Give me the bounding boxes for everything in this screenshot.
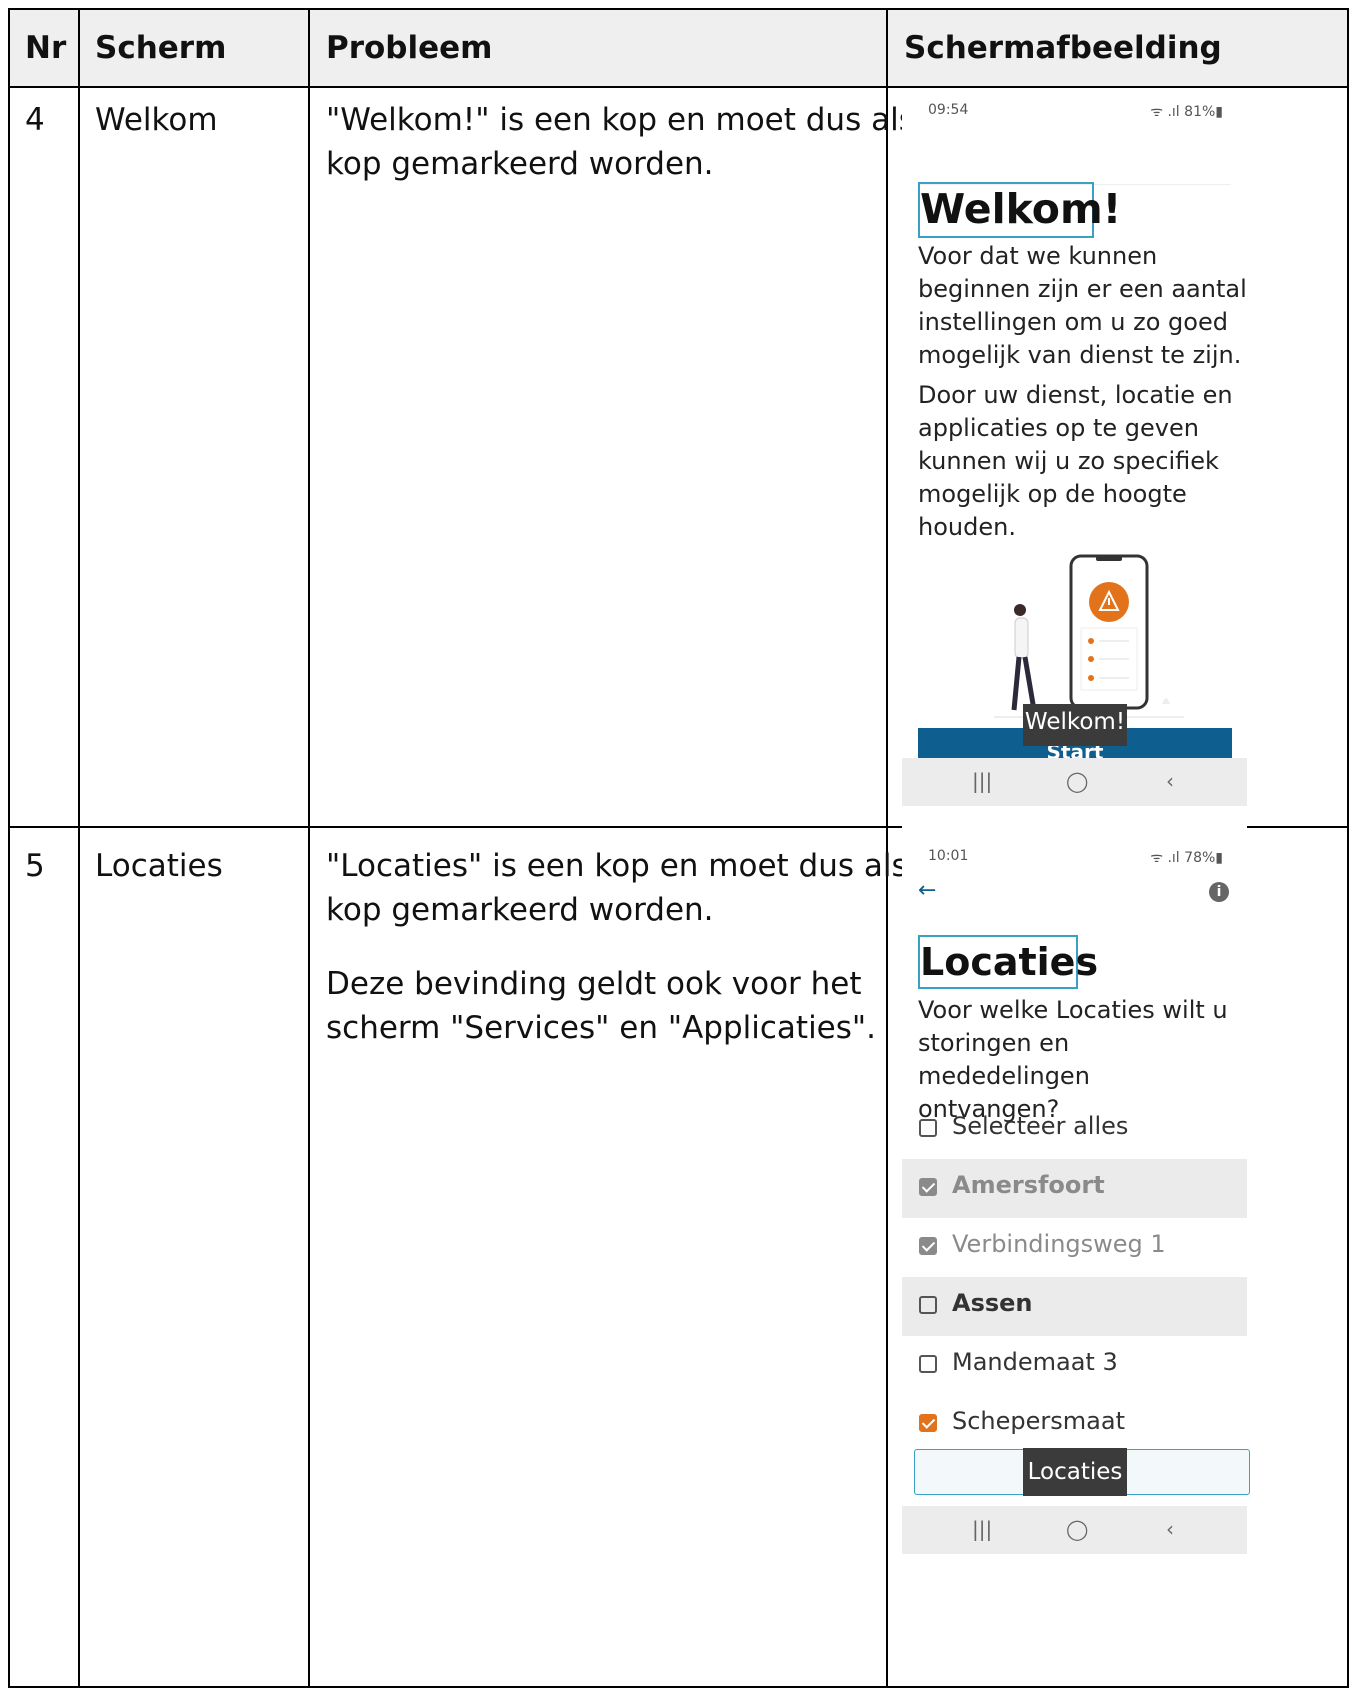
status-time: 09:54 xyxy=(928,102,969,118)
checkbox-checked-icon[interactable] xyxy=(919,1237,937,1255)
row-5-probleem-note: Deze bevinding geldt ook voor het scherm… xyxy=(326,966,877,1046)
checkbox-checked-icon[interactable] xyxy=(919,1178,937,1196)
checkbox-mandemaat[interactable]: Mandemaat 3 xyxy=(902,1336,1247,1395)
checkbox-assen[interactable]: Assen xyxy=(902,1277,1247,1336)
header-schermafbeelding: Schermafbeelding xyxy=(904,30,1222,66)
row-5-scherm: Locaties xyxy=(95,848,223,884)
back-arrow-icon[interactable]: ← xyxy=(918,878,936,903)
home-icon[interactable]: ◯ xyxy=(1066,1517,1088,1541)
checkbox-amersfoort[interactable]: Amersfoort xyxy=(902,1159,1247,1218)
checkbox-icon[interactable] xyxy=(919,1296,937,1314)
row-5-nr: 5 xyxy=(25,848,45,884)
phone-illustration xyxy=(994,554,1184,718)
status-signal: ᯤ .ıl 81%▮ xyxy=(1150,104,1223,120)
welkom-heading: Welkom! xyxy=(918,182,1121,238)
locaties-heading: Locaties xyxy=(918,935,1098,989)
row-4-probleem: "Welkom!" is een kop en moet dus als kop… xyxy=(326,102,915,182)
android-nav-bar: ||| ◯ ‹ xyxy=(902,1506,1247,1554)
welkom-paragraph-2: Door uw dienst, locatie en applicaties o… xyxy=(918,381,1233,541)
row-4-scherm: Welkom xyxy=(95,102,218,138)
header-scherm: Scherm xyxy=(95,30,227,66)
android-nav-bar: ||| ◯ ‹ xyxy=(902,758,1247,806)
checkbox-icon[interactable] xyxy=(919,1355,937,1373)
status-signal: ᯤ .ıl 78%▮ xyxy=(1150,850,1223,866)
checkbox-verbindingsweg[interactable]: Verbindingsweg 1 xyxy=(902,1218,1247,1277)
locaties-tooltip: Locaties xyxy=(1023,1448,1127,1496)
header-nr: Nr xyxy=(25,30,67,66)
checkbox-icon[interactable] xyxy=(919,1119,937,1137)
back-icon[interactable]: ‹ xyxy=(1166,769,1174,793)
info-icon[interactable]: i xyxy=(1209,882,1229,902)
back-icon[interactable]: ‹ xyxy=(1166,1517,1174,1541)
checkbox-checked-icon[interactable] xyxy=(919,1414,937,1432)
row-5-probleem: "Locaties" is een kop en moet dus als ko… xyxy=(326,848,908,928)
welkom-screenshot: 09:54 ᯤ .ıl 81%▮ Welkom! Voor dat we kun… xyxy=(902,92,1247,860)
welkom-tooltip: Welkom! xyxy=(1023,704,1127,746)
recents-icon[interactable]: ||| xyxy=(972,769,992,793)
checkbox-select-all[interactable]: Selecteer alles xyxy=(902,1100,1247,1159)
checkbox-schepersmaat[interactable]: Schepersmaat xyxy=(902,1395,1247,1454)
home-icon[interactable]: ◯ xyxy=(1066,769,1088,793)
status-time: 10:01 xyxy=(928,848,969,864)
welkom-paragraph-1: Voor dat we kunnen beginnen zijn er een … xyxy=(918,242,1247,369)
header-probleem: Probleem xyxy=(326,30,493,66)
recents-icon[interactable]: ||| xyxy=(972,1517,992,1541)
locaties-screenshot: 10:01 ᯤ .ıl 78%▮ ← i Locaties Voor welke… xyxy=(902,838,1250,1678)
row-4-nr: 4 xyxy=(25,102,45,138)
